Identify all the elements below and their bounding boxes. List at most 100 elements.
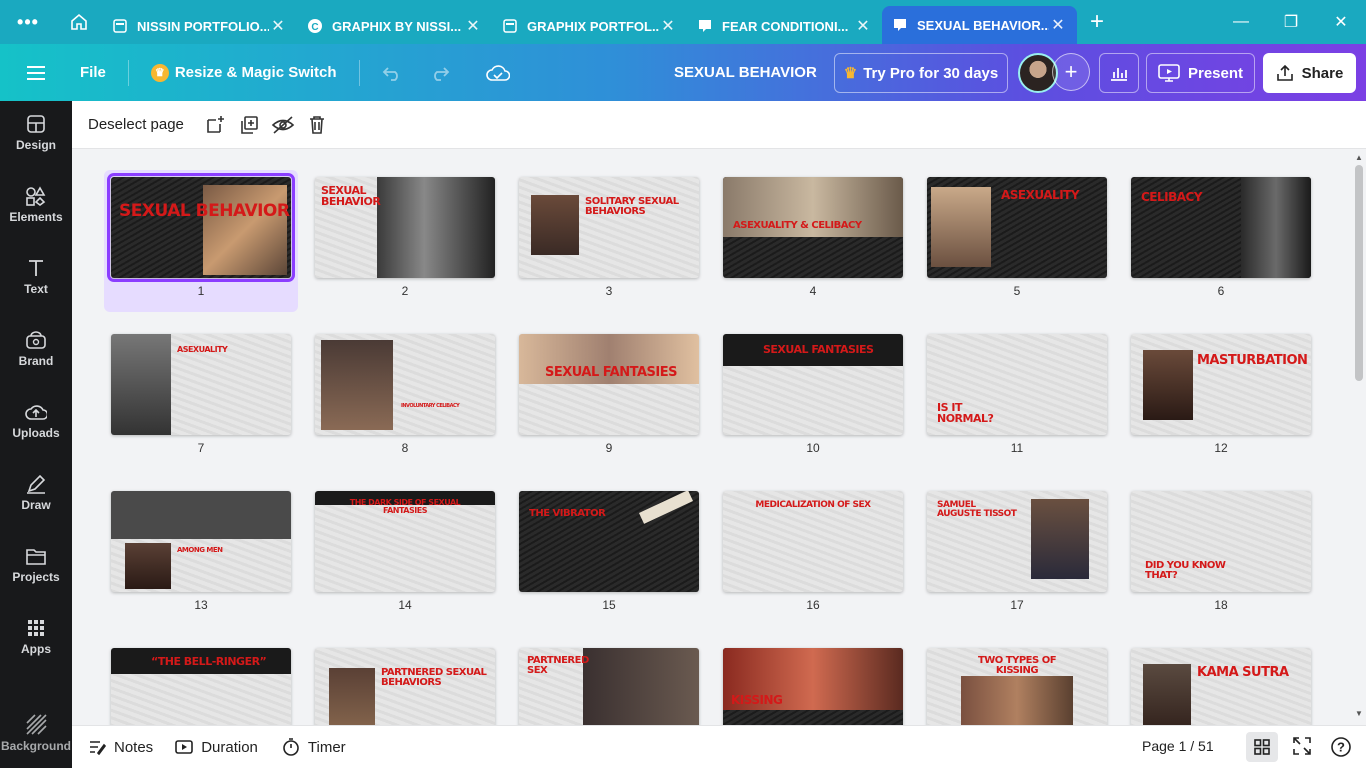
browser-tab[interactable]: NISSIN PORTFOLIO... ✕ [102, 8, 297, 44]
sidebar-item-brand[interactable]: Brand [0, 317, 72, 381]
slide-preview: THE VIBRATOR [519, 491, 699, 592]
undo-icon[interactable] [374, 54, 410, 92]
browser-tab[interactable]: FEAR CONDITIONI... ✕ [687, 8, 882, 44]
slide-preview: SEXUAL FANTASIES [723, 334, 903, 435]
duration-button[interactable]: Duration [175, 739, 258, 756]
maximize-icon[interactable]: ❐ [1266, 0, 1316, 44]
deselect-page-button[interactable]: Deselect page [88, 116, 184, 133]
delete-page-icon[interactable] [300, 108, 334, 142]
slide-title: KISSING [731, 693, 783, 707]
browser-menu-dots-icon[interactable]: ••• [0, 0, 56, 44]
slide-photo [321, 340, 393, 430]
uploads-icon [25, 405, 47, 420]
slide-title: DID YOU KNOW THAT? [1145, 560, 1226, 581]
tab-close-icon[interactable]: ✕ [464, 16, 482, 36]
grid-view-icon[interactable] [1246, 732, 1278, 762]
browser-tab[interactable]: GRAPHIX PORTFOL... ✕ [492, 8, 687, 44]
slide-title: CELIBACY [1141, 190, 1203, 204]
add-page-icon[interactable] [198, 108, 232, 142]
background-icon [26, 714, 47, 735]
page-indicator[interactable]: Page 1 / 51 [1142, 738, 1214, 754]
present-favicon-icon [892, 17, 908, 33]
timer-label: Timer [307, 738, 346, 756]
try-pro-button[interactable]: ♛ Try Pro for 30 days [834, 53, 1008, 93]
slide-title: MEDICALIZATION OF SEX [755, 500, 871, 510]
page-number: 11 [1010, 441, 1024, 455]
share-icon [1276, 64, 1293, 81]
browser-tab[interactable]: C GRAPHIX BY NISSI... ✕ [297, 8, 492, 44]
sidebar-item-uploads[interactable]: Uploads [0, 389, 72, 453]
slide-preview: THE DARK SIDE OF SEXUAL FANTASIES [315, 491, 495, 592]
close-window-icon[interactable]: ✕ [1316, 0, 1366, 44]
sidebar-item-draw[interactable]: Draw [0, 461, 72, 525]
bottom-bar: Notes Duration Timer Page 1 / 51 ? [72, 725, 1366, 768]
slide-photo [961, 676, 1073, 725]
scroll-up-arrow-icon[interactable]: ▲ [1354, 153, 1364, 162]
notes-button[interactable]: Notes [88, 739, 153, 756]
slide-photo [125, 543, 171, 589]
new-tab-icon[interactable]: + [1077, 0, 1117, 44]
duration-label: Duration [201, 738, 258, 756]
scroll-thumb[interactable] [1355, 165, 1363, 381]
slide-title: THE DARK SIDE OF SEXUAL FANTASIES [349, 498, 461, 515]
slide-preview: SEXUAL FANTASIES [519, 334, 699, 435]
scroll-down-arrow-icon[interactable]: ▼ [1354, 709, 1364, 718]
minimize-icon[interactable]: — [1216, 0, 1266, 44]
cloud-saved-icon[interactable] [478, 54, 518, 92]
analytics-icon[interactable] [1099, 53, 1139, 93]
duplicate-page-icon[interactable] [232, 108, 266, 142]
home-icon[interactable] [56, 0, 102, 44]
tab-close-icon[interactable]: ✕ [1049, 15, 1067, 35]
sidebar-item-apps[interactable]: Apps [0, 605, 72, 669]
crown-icon: ♛ [150, 63, 169, 82]
sidebar-label: Elements [9, 210, 63, 224]
slide-preview: PARTNERED SEXUAL BEHAVIORS [315, 648, 495, 725]
sidebar-label: Uploads [12, 426, 60, 440]
slide-title: IS IT NORMAL? [937, 401, 994, 425]
resize-magic-switch-button[interactable]: ♛ Resize & Magic Switch [143, 54, 345, 92]
sidebar-item-projects[interactable]: Projects [0, 533, 72, 597]
slide-title: TWO TYPES OF KISSING [977, 655, 1057, 676]
share-label: Share [1301, 64, 1344, 82]
slide-preview: AMONG MEN [111, 491, 291, 592]
tab-close-icon[interactable]: ✕ [854, 16, 872, 36]
slide-preview: “THE BELL-RINGER” [111, 648, 291, 725]
present-button[interactable]: Present [1146, 53, 1255, 93]
slide-title: KAMA SUTRA [1197, 665, 1289, 680]
tab-close-icon[interactable]: ✕ [659, 16, 677, 36]
hide-page-icon[interactable] [266, 108, 300, 142]
file-menu-button[interactable]: File [72, 54, 114, 92]
timer-button[interactable]: Timer [282, 738, 346, 756]
slide-preview: SEXUAL BEHAVIOR [107, 173, 295, 282]
brand-icon [26, 331, 46, 349]
draw-icon [27, 474, 46, 494]
sidebar-item-text[interactable]: Text [0, 245, 72, 309]
slide-preview: CELIBACY [1131, 177, 1311, 278]
grid-scrollbar[interactable]: ▲ ▼ [1352, 149, 1366, 725]
help-icon[interactable]: ? [1330, 736, 1352, 762]
tab-close-icon[interactable]: ✕ [269, 16, 287, 36]
slide-preview: MASTURBATION [1131, 334, 1311, 435]
sidebar-item-elements[interactable]: Elements [0, 173, 72, 237]
slide-title: SOLITARY SEXUAL BEHAVIORS [585, 196, 679, 217]
slide-photo [931, 187, 991, 267]
browser-tab-active[interactable]: SEXUAL BEHAVIOR... ✕ [882, 6, 1077, 44]
fullscreen-icon[interactable] [1292, 736, 1312, 760]
document-title[interactable]: SEXUAL BEHAVIOR [674, 44, 817, 101]
add-collaborator-icon[interactable]: + [1052, 53, 1090, 91]
svg-text:C: C [311, 22, 318, 33]
window-controls: — ❐ ✕ [1216, 0, 1366, 44]
hamburger-menu-icon[interactable] [0, 44, 72, 101]
redo-icon[interactable] [422, 54, 458, 92]
share-button[interactable]: Share [1263, 53, 1356, 93]
slide-title: MASTURBATION [1197, 353, 1308, 368]
tab-title: GRAPHIX PORTFOL... [527, 18, 659, 34]
page-number: 2 [401, 284, 409, 298]
sidebar-item-background[interactable]: Background [0, 701, 72, 765]
slide-title: ASEXUALITY & CELIBACY [733, 220, 862, 231]
sidebar-label: Background [0, 739, 71, 753]
slide-preview: ASEXUALITY & CELIBACY [723, 177, 903, 278]
slide-preview: SAMUEL AUGUSTE TISSOT [927, 491, 1107, 592]
page-number: 1 [197, 284, 205, 298]
sidebar-item-design[interactable]: Design [0, 101, 72, 165]
